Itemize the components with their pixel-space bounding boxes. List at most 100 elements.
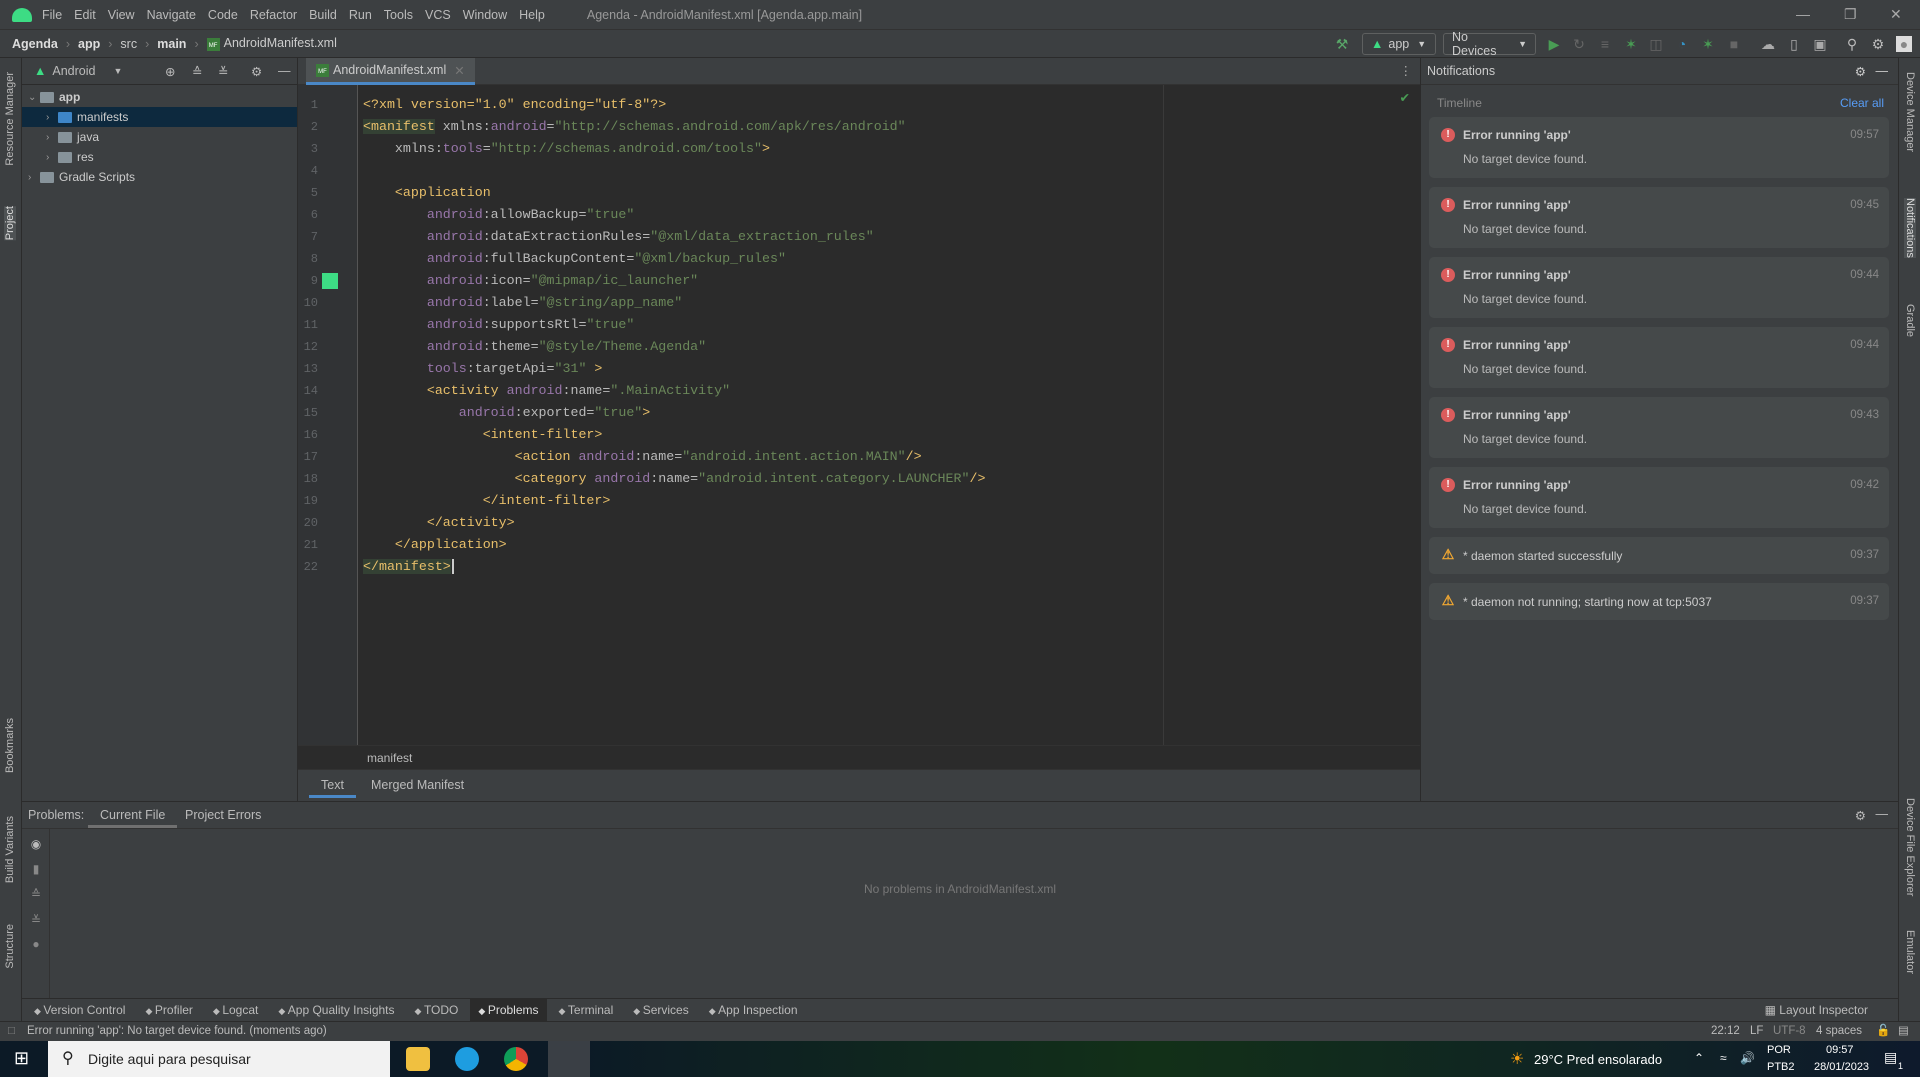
menu-tools[interactable]: Tools (384, 8, 413, 22)
chevron-right-icon[interactable]: › (46, 132, 58, 143)
close-tab-icon[interactable]: ✕ (454, 63, 464, 78)
strip-structure[interactable]: Structure (4, 924, 16, 969)
lock-icon[interactable]: 🔓 (1876, 1022, 1890, 1041)
tool-tab-app-quality-insights[interactable]: ◆ App Quality Insights (270, 999, 402, 1022)
tool-tab-problems[interactable]: ◆ Problems (470, 998, 547, 1022)
menu-vcs[interactable]: VCS (425, 8, 451, 22)
code-line[interactable]: xmlns:tools="http://schemas.android.com/… (363, 138, 770, 160)
profile-icon[interactable]: ◔ (1674, 36, 1690, 52)
device-manager-icon[interactable]: ▯ (1786, 36, 1802, 52)
action-center-icon[interactable]: ▤ (1884, 1049, 1897, 1066)
code-line[interactable]: android:exported="true"> (363, 402, 651, 424)
code-line[interactable]: <activity android:name=".MainActivity" (363, 380, 730, 402)
apply-changes-icon[interactable]: ↻ (1571, 36, 1587, 52)
clock-date[interactable]: 28/01/2023 (1814, 1061, 1869, 1073)
locate-file-icon[interactable]: ⊕ (165, 64, 175, 79)
editor-breadcrumb[interactable]: manifest (298, 745, 1420, 769)
code-line[interactable]: </application> (363, 534, 507, 556)
show-hidden-icons-chevron-icon[interactable]: ⌃ (1694, 1051, 1704, 1065)
clear-all-link[interactable]: Clear all (1840, 96, 1884, 110)
status-toggle-icon[interactable]: □ (8, 1022, 15, 1041)
notification-card[interactable]: ⚠ * daemon started successfully 09:37 (1429, 537, 1889, 574)
notification-card[interactable]: ! Error running 'app' No target device fou… (1429, 397, 1889, 458)
eye-icon[interactable]: ◉ (29, 837, 43, 851)
device-dropdown[interactable]: No Devices ▼ (1443, 30, 1536, 58)
menu-run[interactable]: Run (349, 8, 372, 22)
hide-panel-icon[interactable]: — (1876, 807, 1889, 821)
menu-help[interactable]: Help (519, 8, 545, 22)
build-hammer-icon[interactable]: ⚒ (1334, 36, 1350, 52)
hide-panel-icon[interactable]: — (278, 64, 291, 78)
tool-tab-profiler[interactable]: ◆ Profiler (137, 999, 200, 1022)
collapse-all-icon[interactable]: ≚ (218, 64, 228, 79)
code-line[interactable]: </manifest>​ (363, 556, 454, 578)
code-line[interactable]: <category android:name="android.intent.c… (363, 468, 986, 490)
strip-build-variants[interactable]: Build Variants (4, 816, 16, 883)
tab-project-errors[interactable]: Project Errors (185, 808, 261, 822)
indent-setting[interactable]: 4 spaces (1816, 1022, 1862, 1041)
strip-device-manager[interactable]: Device Manager (1904, 72, 1916, 152)
problems-settings-icon[interactable]: ⚙ (1855, 808, 1866, 823)
chrome-browser-icon[interactable] (504, 1047, 528, 1071)
tree-item-res[interactable]: › res (22, 147, 297, 167)
tool-tab-version-control[interactable]: ◆ Version Control (26, 999, 133, 1022)
code-line[interactable]: </activity> (363, 512, 515, 534)
project-view-selector[interactable]: Android (52, 64, 95, 78)
edge-browser-icon[interactable] (455, 1047, 479, 1071)
strip-emulator[interactable]: Emulator (1904, 930, 1916, 974)
tree-item-app[interactable]: ⌄ app (22, 87, 297, 107)
search-icon[interactable]: ⚲ (1844, 36, 1860, 52)
menu-refactor[interactable]: Refactor (250, 8, 297, 22)
run-config-dropdown[interactable]: ▲ app ▼ (1362, 33, 1436, 55)
stop-icon[interactable]: ■ (1726, 36, 1742, 52)
file-explorer-icon[interactable] (406, 1047, 430, 1071)
coverage-icon[interactable]: ◫ (1648, 36, 1664, 52)
notification-card[interactable]: ! Error running 'app' No target device fou… (1429, 467, 1889, 528)
event-log-icon[interactable]: ▤ (1898, 1022, 1909, 1041)
notification-card[interactable]: ! Error running 'app' No target device fou… (1429, 187, 1889, 248)
keyboard-layout[interactable]: PTB2 (1767, 1061, 1795, 1073)
minimize-button[interactable]: — (1796, 6, 1810, 22)
collapse-all-icon[interactable]: ≚ (29, 913, 43, 927)
code-line[interactable]: android:fullBackupContent="@xml/backup_r… (363, 248, 786, 270)
tree-item-java[interactable]: › java (22, 127, 297, 147)
tool-tab-app-inspection[interactable]: ◆ App Inspection (701, 999, 806, 1022)
code-line[interactable]: <intent-filter> (363, 424, 603, 446)
tool-tab-terminal[interactable]: ◆ Terminal (551, 999, 622, 1022)
breadcrumb-item[interactable]: main (157, 37, 186, 51)
tree-item-gradle-scripts[interactable]: › Gradle Scripts (22, 167, 297, 187)
options-gear-icon[interactable]: ⚙ (251, 64, 262, 79)
chevron-right-icon[interactable]: › (46, 152, 58, 163)
notification-card[interactable]: ! Error running 'app' No target device fou… (1429, 257, 1889, 318)
strip-resource-manager[interactable]: Resource Manager (4, 72, 16, 166)
weather-text[interactable]: 29°C Pred ensolarado (1534, 1052, 1662, 1067)
menu-code[interactable]: Code (208, 8, 238, 22)
notification-card[interactable]: ⚠ * daemon not running; starting now at t… (1429, 583, 1889, 620)
strip-gradle[interactable]: Gradle (1904, 304, 1916, 337)
caret-position[interactable]: 22:12 (1711, 1022, 1740, 1041)
gradle-sync-icon[interactable]: ☁ (1760, 36, 1776, 52)
breadcrumb-item[interactable]: Agenda (12, 37, 58, 51)
android-launcher-gutter-icon[interactable] (322, 273, 338, 289)
apply-code-changes-icon[interactable]: ≡ (1597, 36, 1613, 52)
breadcrumb-item[interactable]: app (78, 37, 100, 51)
tree-item-manifests[interactable]: › manifests (22, 107, 297, 127)
android-studio-taskbar-icon[interactable] (548, 1041, 590, 1077)
chevron-right-icon[interactable]: › (28, 172, 40, 183)
debug-icon[interactable]: ✶ (1623, 36, 1639, 52)
code-line[interactable]: android:allowBackup="true" (363, 204, 635, 226)
menu-window[interactable]: Window (463, 8, 507, 22)
notifications-settings-icon[interactable]: ⚙ (1855, 64, 1866, 79)
run-icon[interactable]: ▶ (1546, 36, 1562, 52)
status-message[interactable]: Error running 'app': No target device fo… (27, 1022, 327, 1041)
expand-all-icon[interactable]: ≙ (192, 64, 202, 79)
editor-tab-androidmanifest[interactable]: MF AndroidManifest.xml ✕ (306, 58, 475, 85)
strip-bookmarks[interactable]: Bookmarks (4, 718, 16, 773)
input-language[interactable]: POR (1767, 1044, 1791, 1056)
menu-navigate[interactable]: Navigate (147, 8, 196, 22)
preview-icon[interactable]: ▮ (29, 862, 43, 876)
breadcrumb-item[interactable]: src (120, 37, 137, 51)
file-encoding[interactable]: UTF-8 (1773, 1022, 1806, 1041)
code-line[interactable]: <application (363, 182, 491, 204)
attach-debugger-icon[interactable]: ✶ (1700, 36, 1716, 52)
